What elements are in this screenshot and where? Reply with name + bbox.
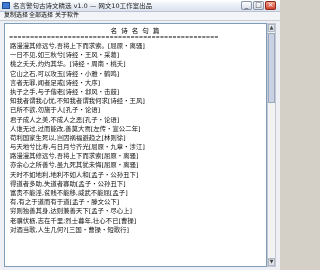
quote-line: 已所不欲,勿施于人[孔子・论语] — [10, 106, 101, 115]
quote-line: 它山之石,可以攻玉[诗经・小雅・鹤鸣] — [10, 69, 120, 78]
quote-line: 穷则独善其身,达则兼善天下[孟子・尽心上] — [10, 207, 133, 216]
quote-line: 路漫漫其修远兮,吾将上下而求索[屈原・离骚] — [10, 152, 139, 161]
quote-line: 桃之夭夭,灼灼其华。[诗经・周南・桃夭] — [10, 60, 126, 69]
window-title: 名言警句古诗文精选 v1.0 — 网文10工作室出品 — [13, 2, 153, 10]
menu-item-copy-selection[interactable]: 复制选择 — [4, 12, 28, 20]
scroll-up-arrow-icon[interactable]: ▲ — [268, 24, 275, 32]
quote-line: 与天地兮比寿,与日月兮齐光[屈原・九章・涉江] — [10, 143, 145, 152]
quote-line: 路漫漫其修远兮,吾将上下而求索。[屈原・离骚] — [10, 42, 145, 50]
close-button[interactable]: × — [265, 1, 276, 10]
minimize-button[interactable]: _ — [241, 1, 252, 10]
text-editor[interactable]: 名 诗 名 句 篇 ==============================… — [4, 23, 267, 267]
quote-line: 富贵不能淫,贫贱不能移,威武不能屈[孟子] — [10, 189, 128, 197]
quote-line: 有,有之于道而有于道[孟子・滕文公下] — [10, 198, 120, 207]
quote-line: 老骥伏枥,志在千里;烈士暮年,壮心不已[曹操] — [10, 216, 137, 225]
menu-item-about[interactable]: 关于软件 — [55, 12, 79, 20]
scroll-down-arrow-icon[interactable]: ▼ — [268, 258, 275, 266]
app-icon — [2, 2, 10, 9]
scroll-thumb[interactable] — [268, 33, 275, 103]
document-heading: 名 诗 名 句 篇 — [110, 27, 161, 35]
quote-line: 人谁无过,过而能改,善莫大焉[左传・宣公二年] — [10, 124, 141, 133]
quote-line: 一日不见,如三秋兮[诗经・王风・采葛] — [10, 51, 120, 60]
quote-line: 君子成人之美,不成人之恶[孔子・论语] — [10, 115, 120, 124]
quote-line: 对酒当歌,人生几何?[三国・曹操・短歌行] — [10, 225, 130, 234]
separator-line: ========================================… — [9, 35, 219, 41]
quote-line: 执子之手,与子偕老[诗经・邶风・击鼓] — [10, 87, 120, 96]
quote-line: 天时不如地利,地利不如人和[孟子・公孙丑下] — [10, 170, 139, 179]
quote-list: 路漫漫其修远兮,吾将上下而求索。[屈原・离骚] 一日不见,如三秋兮[诗经・王风・采… — [10, 42, 265, 235]
content-area: 名 诗 名 句 篇 ==============================… — [0, 21, 280, 270]
quote-line: 亦余心之所善兮,虽九死其犹未悔[屈原・离骚] — [10, 161, 139, 170]
quote-line: 苟利国家生死以,岂因祸福避趋之[林则徐] — [10, 133, 126, 142]
quote-line: 言者无罪,闻者足戒[诗经・大序] — [10, 78, 101, 87]
menu-item-select-all[interactable]: 全部选择 — [29, 12, 53, 20]
quote-line: 知我者谓我心忧,不知我者谓我何求[诗经・王风] — [10, 97, 145, 106]
vertical-scrollbar[interactable]: ▲ ▼ — [267, 23, 276, 267]
maximize-button[interactable]: □ — [253, 1, 264, 10]
quote-line: 得道者多助,失道者寡助[孟子・公孙丑下] — [10, 179, 126, 188]
title-bar[interactable]: 名言警句古诗文精选 v1.0 — 网文10工作室出品 _ □ × — [0, 0, 280, 12]
menu-bar: 复制选择 全部选择 关于软件 — [0, 12, 280, 21]
application-window: 名言警句古诗文精选 v1.0 — 网文10工作室出品 _ □ × 复制选择 全部… — [0, 0, 280, 270]
